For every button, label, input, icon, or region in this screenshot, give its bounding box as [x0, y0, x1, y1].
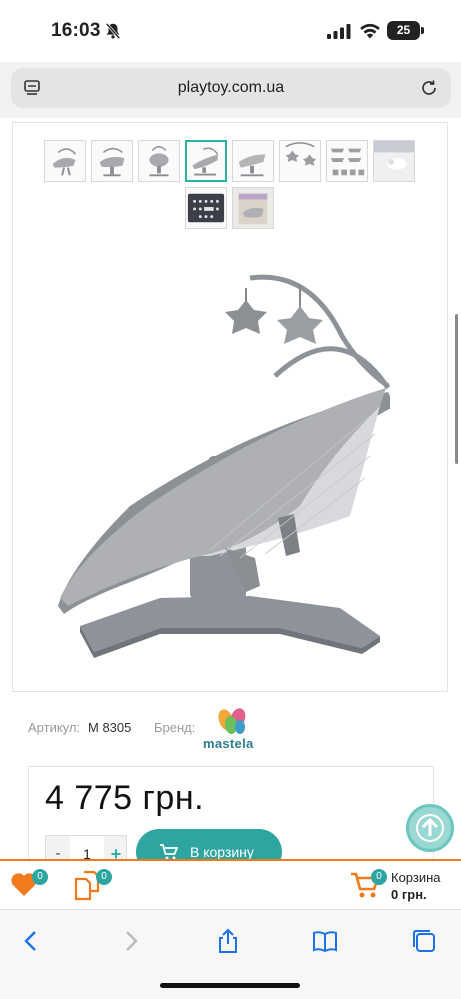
brand-name: mastela	[203, 736, 254, 751]
thumbnail[interactable]	[373, 140, 415, 182]
battery-indicator: 25	[387, 21, 420, 40]
product-price: 4 775 грн.	[45, 779, 205, 817]
reload-icon[interactable]	[419, 78, 439, 98]
thumbnail-active[interactable]	[185, 140, 227, 182]
thumbnail[interactable]	[91, 140, 133, 182]
thumbnail[interactable]	[232, 187, 274, 229]
cellular-signal-icon	[327, 24, 351, 39]
thumbnail[interactable]	[44, 140, 86, 182]
thumbnail[interactable]	[232, 140, 274, 182]
forward-icon[interactable]	[118, 928, 144, 954]
brand-logo[interactable]: mastela	[200, 708, 266, 754]
sticky-bottom-bar: 0 0 0 Корзина 0 грн.	[0, 859, 461, 909]
butterfly-logo-icon	[218, 708, 246, 734]
scroll-to-top-button[interactable]	[406, 804, 454, 852]
browser-address-area: playtoy.com.ua	[0, 62, 461, 118]
arrow-up-icon	[416, 814, 444, 842]
cart-total[interactable]: 0 грн.	[391, 887, 427, 902]
price-box: 4 775 грн. - 1 + В корзину	[28, 766, 434, 860]
wifi-icon	[360, 23, 380, 39]
quantity-stepper: - 1 +	[45, 835, 127, 860]
product-main-image	[58, 274, 390, 658]
quantity-decrease-button[interactable]: -	[46, 836, 70, 860]
bookmarks-icon[interactable]	[312, 928, 338, 954]
address-bar[interactable]: playtoy.com.ua	[11, 68, 451, 108]
quantity-increase-button[interactable]: +	[104, 836, 128, 860]
clock: 16:03	[51, 20, 101, 41]
compare-count-badge: 0	[96, 869, 112, 885]
tabs-icon[interactable]	[411, 928, 437, 954]
cart-icon	[160, 844, 178, 860]
back-icon[interactable]	[18, 928, 44, 954]
quantity-input[interactable]: 1	[70, 836, 104, 860]
home-indicator	[160, 983, 300, 988]
thumbnail[interactable]	[138, 140, 180, 182]
add-to-cart-label: В корзину	[190, 844, 254, 860]
url-text[interactable]: playtoy.com.ua	[11, 79, 451, 97]
article-label: Артикул:	[28, 720, 81, 735]
share-icon[interactable]	[215, 928, 241, 954]
battery-nub	[421, 27, 424, 34]
status-bar: 16:03 25	[0, 0, 461, 62]
cart-count-badge: 0	[371, 869, 387, 885]
page-content: Артикул: M 8305 Бренд: mastela 4 775 грн…	[0, 118, 461, 860]
brand-label: Бренд:	[154, 720, 196, 735]
bell-muted-icon	[105, 22, 121, 40]
thumbnail[interactable]	[185, 187, 227, 229]
cart-label[interactable]: Корзина	[391, 870, 441, 885]
add-to-cart-button[interactable]: В корзину	[136, 829, 282, 860]
page-scrollbar[interactable]	[455, 314, 458, 464]
article-value: M 8305	[88, 720, 132, 735]
thumbnail[interactable]	[326, 140, 368, 182]
thumbnail[interactable]	[279, 140, 321, 182]
wishlist-count-badge: 0	[32, 869, 48, 885]
